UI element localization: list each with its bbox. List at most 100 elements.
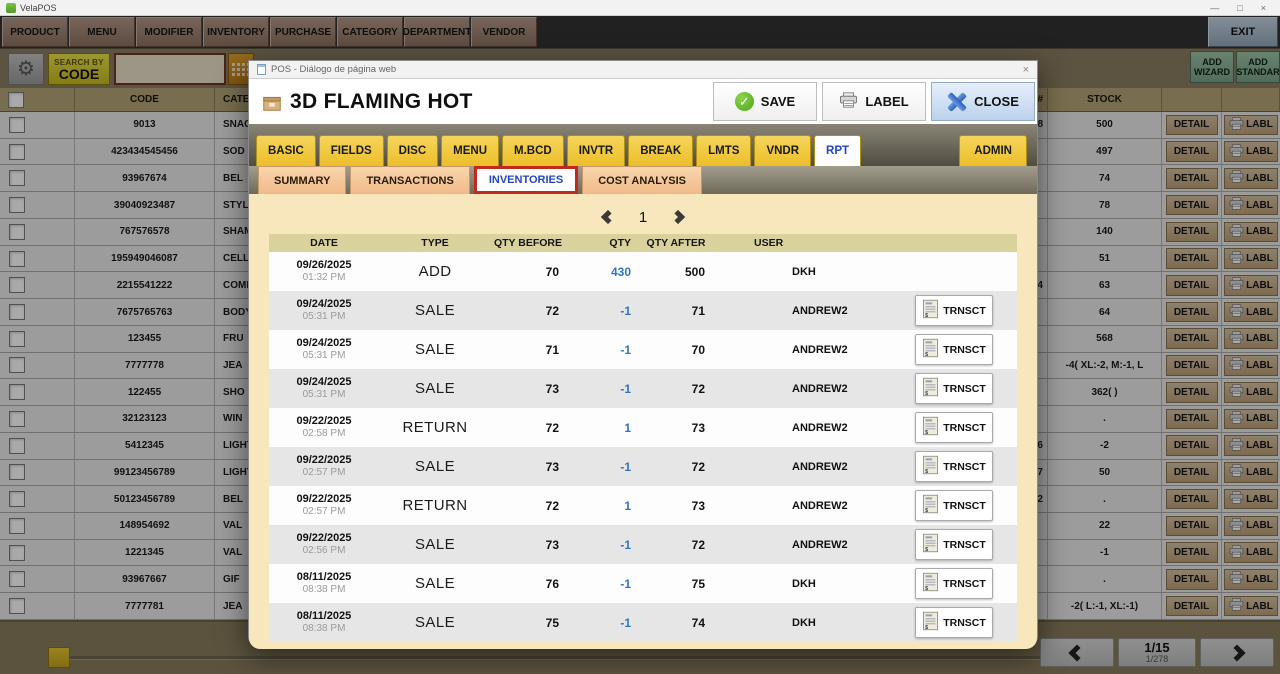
tab-disc[interactable]: DISC: [386, 135, 439, 166]
tab-basic[interactable]: BASIC: [256, 135, 316, 166]
receipt-icon: $: [922, 377, 939, 400]
qty-after: 71: [691, 303, 705, 318]
qty-change: 430: [610, 264, 631, 279]
receipt-icon: $: [922, 572, 939, 595]
tab-break[interactable]: BREAK: [628, 135, 694, 166]
trnsct-button[interactable]: $ TRNSCT: [915, 451, 993, 482]
subtab-inventories[interactable]: INVENTORIES: [473, 166, 579, 194]
dialog-tabs: BASIC FIELDS DISC MENU M.BCD INVTR BREAK LMTS VN…: [256, 135, 862, 166]
tab-lmts[interactable]: LMTS: [696, 135, 752, 166]
receipt-icon: $: [922, 611, 939, 634]
qty-before: 73: [545, 459, 559, 474]
transaction-date: 09/24/2025 05:31 PM: [296, 297, 352, 323]
subtab-cost-analysis[interactable]: COST ANALYSIS: [582, 166, 703, 194]
transaction-type: SALE: [415, 341, 455, 358]
qty-before: 72: [545, 303, 559, 318]
type-header: TYPE: [421, 237, 449, 249]
transaction-user: DKH: [792, 577, 816, 590]
receipt-icon: $: [922, 494, 939, 517]
trnsct-button[interactable]: $ TRNSCT: [915, 373, 993, 404]
transaction-type: ADD: [418, 263, 452, 280]
minimize-icon[interactable]: —: [1210, 3, 1219, 13]
close-label: CLOSE: [974, 94, 1019, 109]
dialog-close-icon[interactable]: ×: [1023, 64, 1029, 76]
qty-before-header: QTY BEFORE: [493, 237, 563, 249]
trnsct-button[interactable]: $ TRNSCT: [915, 529, 993, 560]
transaction-date: 09/24/2025 05:31 PM: [296, 336, 352, 362]
trnsct-button[interactable]: $ TRNSCT: [915, 412, 993, 443]
dialog-titlebar: POS - Diálogo de página web ×: [249, 61, 1037, 79]
transaction-user: ANDREW2: [792, 421, 848, 434]
inventory-table: DATE TYPE QTY BEFORE QTY QTY AFTER USER …: [269, 234, 1017, 642]
date-header: DATE: [310, 237, 338, 249]
transaction-action: $ TRNSCT: [915, 490, 1017, 521]
dialog-page-number: 1: [638, 208, 648, 226]
transaction-date: 09/22/2025 02:57 PM: [296, 453, 352, 479]
qty-before: 72: [545, 498, 559, 513]
trnsct-button[interactable]: $ TRNSCT: [915, 334, 993, 365]
user-header: USER: [754, 237, 784, 249]
qty-change: -1: [620, 342, 631, 357]
qty-before: 73: [545, 537, 559, 552]
label-button[interactable]: LABEL: [822, 82, 926, 121]
inventory-row: 09/24/2025 05:31 PM SALE 71 -1 70 ANDREW2 $ TRNS…: [269, 330, 1017, 369]
dialog-header-buttons: ✓ SAVE LABEL CLOSE: [713, 82, 1035, 121]
qty-after: 72: [691, 537, 705, 552]
trnsct-button[interactable]: $ TRNSCT: [915, 607, 993, 638]
qty-after: 70: [691, 342, 705, 357]
svg-text:$: $: [925, 508, 928, 514]
next-arrow-icon[interactable]: [671, 209, 686, 225]
tab-rpt[interactable]: RPT: [814, 135, 862, 166]
window-title: VelaPOS: [20, 2, 57, 13]
qty-change: -1: [620, 381, 631, 396]
transaction-action: $ TRNSCT: [915, 607, 1017, 638]
prev-arrow-icon[interactable]: [600, 209, 615, 225]
inventory-table-body: 09/26/2025 01:32 PM ADD 70 430 500 DKH 09/24/20…: [269, 252, 1017, 642]
transaction-type: SALE: [415, 380, 455, 397]
qty-before: 75: [545, 615, 559, 630]
close-button[interactable]: CLOSE: [931, 82, 1035, 121]
qty-after: 72: [691, 459, 705, 474]
svg-text:$: $: [925, 430, 928, 436]
maximize-icon[interactable]: □: [1237, 3, 1242, 13]
transaction-type: SALE: [415, 575, 455, 592]
subtab-summary[interactable]: SUMMARY: [258, 166, 347, 194]
dialog-pagination: 1: [249, 200, 1037, 234]
transaction-type: SALE: [415, 536, 455, 553]
qty-change: 1: [624, 420, 631, 435]
dialog-titlebar-title: POS - Diálogo de página web: [271, 64, 397, 75]
transaction-date: 09/22/2025 02:58 PM: [296, 414, 352, 440]
transaction-user: DKH: [792, 616, 816, 629]
subtab-transactions[interactable]: TRANSACTIONS: [350, 166, 470, 194]
product-title: 3D FLAMING HOT: [290, 89, 473, 113]
tab-menu[interactable]: MENU: [441, 135, 500, 166]
receipt-icon: $: [922, 455, 939, 478]
save-button[interactable]: ✓ SAVE: [713, 82, 817, 121]
transaction-user: ANDREW2: [792, 460, 848, 473]
dialog-tabstrip: BASIC FIELDS DISC MENU M.BCD INVTR BREAK LMTS VN…: [249, 124, 1037, 166]
transaction-action: $ TRNSCT: [915, 295, 1017, 326]
qty-change: -1: [620, 615, 631, 630]
transaction-action: $ TRNSCT: [915, 451, 1017, 482]
transaction-user: DKH: [792, 265, 816, 278]
tab-admin[interactable]: ADMIN: [959, 135, 1027, 166]
svg-text:$: $: [925, 313, 928, 319]
transaction-action: $ TRNSCT: [915, 334, 1017, 365]
trnsct-button[interactable]: $ TRNSCT: [915, 490, 993, 521]
trnsct-button[interactable]: $ TRNSCT: [915, 295, 993, 326]
product-box-icon: [261, 91, 283, 113]
window-titlebar: VelaPOS — □ ×: [0, 0, 1280, 16]
tab-invtr[interactable]: INVTR: [566, 135, 626, 166]
qty-before: 70: [545, 264, 559, 279]
tab-m-bcd[interactable]: M.BCD: [502, 135, 564, 166]
tab-vndr[interactable]: VNDR: [754, 135, 812, 166]
svg-text:$: $: [925, 547, 928, 553]
qty-after: 73: [691, 498, 705, 513]
qty-change: -1: [620, 537, 631, 552]
trnsct-button[interactable]: $ TRNSCT: [915, 568, 993, 599]
close-icon[interactable]: ×: [1261, 3, 1266, 13]
tab-fields[interactable]: FIELDS: [318, 135, 384, 166]
transaction-action: $ TRNSCT: [915, 373, 1017, 404]
transaction-type: SALE: [415, 458, 455, 475]
qty-before: 76: [545, 576, 559, 591]
